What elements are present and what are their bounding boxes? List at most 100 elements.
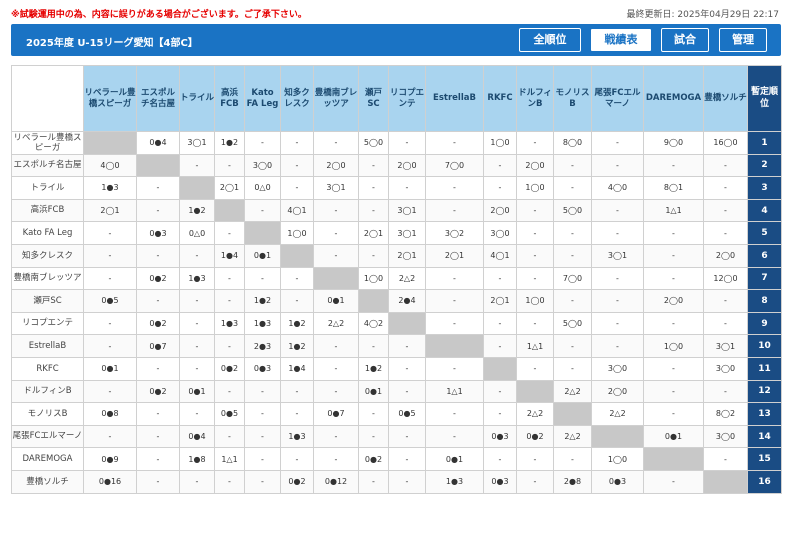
result-cell[interactable]: 2△2 <box>313 311 359 336</box>
tab-results-table[interactable]: 戦績表 <box>590 28 652 52</box>
result-cell[interactable]: 2●3 <box>244 334 281 358</box>
result-cell[interactable]: 8◯0 <box>553 131 592 155</box>
row-team-name[interactable]: 知多クレスク <box>11 243 84 268</box>
result-cell[interactable]: 4◯1 <box>280 198 314 223</box>
result-cell[interactable]: 1△1 <box>516 334 554 358</box>
result-cell[interactable]: 0●7 <box>136 334 180 358</box>
result-cell[interactable]: 1●8 <box>179 447 215 471</box>
tab-overall-ranking[interactable]: 全順位 <box>519 28 581 52</box>
result-cell[interactable]: 2◯1 <box>425 243 484 268</box>
row-team-name[interactable]: 尾張FCエルマーノ <box>11 424 84 449</box>
result-cell[interactable]: 5◯0 <box>358 131 389 155</box>
result-cell[interactable]: 0●8 <box>83 402 137 426</box>
result-cell[interactable]: 0●2 <box>516 424 554 449</box>
result-cell[interactable]: 1●4 <box>280 356 314 381</box>
result-cell[interactable]: 0●1 <box>313 289 359 313</box>
row-team-name[interactable]: 瀬戸SC <box>11 289 84 313</box>
row-team-name[interactable]: エスポルチ名古屋 <box>11 153 84 178</box>
result-cell[interactable]: 12◯0 <box>703 266 748 291</box>
result-cell[interactable]: 0●2 <box>136 266 180 291</box>
result-cell[interactable]: 1◯0 <box>516 176 554 200</box>
result-cell[interactable]: 2●8 <box>553 469 592 494</box>
result-cell[interactable]: 0●2 <box>136 379 180 404</box>
row-team-name[interactable]: リコプエンテ <box>11 311 84 336</box>
result-cell[interactable]: 0●2 <box>358 447 389 471</box>
result-cell[interactable]: 2△2 <box>553 379 592 404</box>
result-cell[interactable]: 3◯1 <box>179 131 215 155</box>
result-cell[interactable]: 2◯0 <box>388 153 426 178</box>
result-cell[interactable]: 4◯0 <box>591 176 644 200</box>
result-cell[interactable]: 3◯1 <box>388 198 426 223</box>
result-cell[interactable]: 1●3 <box>179 266 215 291</box>
result-cell[interactable]: 1●3 <box>280 424 314 449</box>
result-cell[interactable]: 1◯0 <box>280 221 314 245</box>
result-cell[interactable]: 0●16 <box>83 469 137 494</box>
row-team-name[interactable]: リベラール豊橋スピーガ <box>11 131 84 155</box>
row-team-name[interactable]: Kato FA Leg <box>11 221 84 245</box>
result-cell[interactable]: 16◯0 <box>703 131 748 155</box>
result-cell[interactable]: 1△1 <box>214 447 245 471</box>
result-cell[interactable]: 1●2 <box>280 334 314 358</box>
result-cell[interactable]: 0●1 <box>244 243 281 268</box>
result-cell[interactable]: 5◯0 <box>553 198 592 223</box>
result-cell[interactable]: 2◯0 <box>483 198 517 223</box>
result-cell[interactable]: 5◯0 <box>553 311 592 336</box>
result-cell[interactable]: 0●1 <box>179 379 215 404</box>
result-cell[interactable]: 0●5 <box>214 402 245 426</box>
result-cell[interactable]: 3◯0 <box>703 424 748 449</box>
result-cell[interactable]: 2△2 <box>388 266 426 291</box>
result-cell[interactable]: 0●2 <box>280 469 314 494</box>
row-team-name[interactable]: 豊橋ソルチ <box>11 469 84 494</box>
tab-admin[interactable]: 管理 <box>719 28 767 52</box>
result-cell[interactable]: 1●3 <box>244 311 281 336</box>
result-cell[interactable]: 3◯0 <box>244 153 281 178</box>
result-cell[interactable]: 8◯2 <box>703 402 748 426</box>
result-cell[interactable]: 0●12 <box>313 469 359 494</box>
result-cell[interactable]: 2◯0 <box>591 379 644 404</box>
result-cell[interactable]: 2◯1 <box>214 176 245 200</box>
result-cell[interactable]: 0●1 <box>425 447 484 471</box>
result-cell[interactable]: 0●3 <box>244 356 281 381</box>
result-cell[interactable]: 9◯0 <box>643 131 704 155</box>
result-cell[interactable]: 0△0 <box>179 221 215 245</box>
result-cell[interactable]: 2◯1 <box>83 198 137 223</box>
result-cell[interactable]: 0●1 <box>83 356 137 381</box>
result-cell[interactable]: 1●3 <box>425 469 484 494</box>
result-cell[interactable]: 1●2 <box>358 356 389 381</box>
result-cell[interactable]: 2●4 <box>388 289 426 313</box>
result-cell[interactable]: 1◯0 <box>358 266 389 291</box>
result-cell[interactable]: 1◯0 <box>643 334 704 358</box>
result-cell[interactable]: 1●3 <box>214 311 245 336</box>
result-cell[interactable]: 2◯0 <box>516 153 554 178</box>
result-cell[interactable]: 3◯1 <box>703 334 748 358</box>
result-cell[interactable]: 1●4 <box>214 243 245 268</box>
result-cell[interactable]: 7◯0 <box>425 153 484 178</box>
row-team-name[interactable]: ドルフィンB <box>11 379 84 404</box>
row-team-name[interactable]: 高浜FCB <box>11 198 84 223</box>
result-cell[interactable]: 1●2 <box>244 289 281 313</box>
result-cell[interactable]: 1△1 <box>643 198 704 223</box>
result-cell[interactable]: 2◯1 <box>388 243 426 268</box>
result-cell[interactable]: 0●3 <box>483 424 517 449</box>
row-team-name[interactable]: トライル <box>11 176 84 200</box>
row-team-name[interactable]: EstrellaB <box>11 334 84 358</box>
result-cell[interactable]: 3◯1 <box>313 176 359 200</box>
result-cell[interactable]: 0●5 <box>388 402 426 426</box>
result-cell[interactable]: 7◯0 <box>553 266 592 291</box>
result-cell[interactable]: 1◯0 <box>483 131 517 155</box>
result-cell[interactable]: 0●3 <box>591 469 644 494</box>
result-cell[interactable]: 0●2 <box>214 356 245 381</box>
result-cell[interactable]: 2◯1 <box>358 221 389 245</box>
result-cell[interactable]: 0●1 <box>643 424 704 449</box>
row-team-name[interactable]: 豊橋南ブレッツア <box>11 266 84 291</box>
result-cell[interactable]: 1●2 <box>280 311 314 336</box>
result-cell[interactable]: 1◯0 <box>591 447 644 471</box>
result-cell[interactable]: 0●2 <box>136 311 180 336</box>
result-cell[interactable]: 1●2 <box>179 198 215 223</box>
result-cell[interactable]: 0●9 <box>83 447 137 471</box>
result-cell[interactable]: 8◯1 <box>643 176 704 200</box>
result-cell[interactable]: 0●1 <box>358 379 389 404</box>
result-cell[interactable]: 2△2 <box>553 424 592 449</box>
result-cell[interactable]: 1●2 <box>214 131 245 155</box>
result-cell[interactable]: 3◯0 <box>703 356 748 381</box>
